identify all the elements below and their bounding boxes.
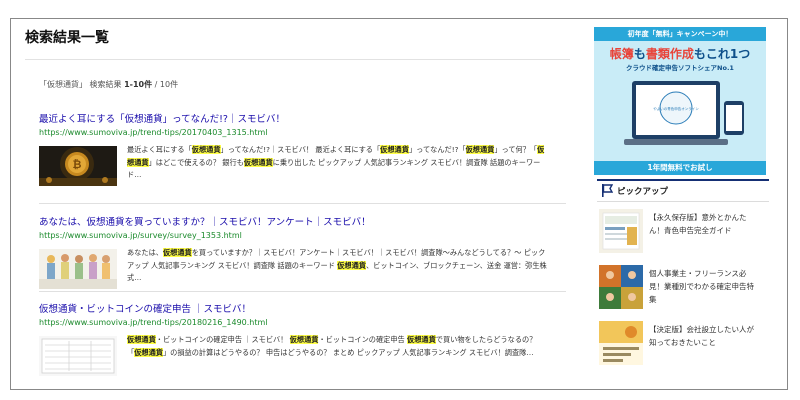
snippet-text: 」ってなんだ!?「 — [408, 145, 466, 154]
result-snippet: あなたは、仮想通貨を買っていますか？｜スモビバ！アンケート｜スモビバ！｜スモビバ… — [127, 247, 547, 285]
result-snippet: 仮想通貨・ビットコインの確定申告 ｜スモビバ！ 仮想通貨・ビットコインの確定申告… — [127, 334, 547, 359]
snippet-highlight: 仮想通貨 — [289, 335, 319, 344]
snippet-highlight: 仮想通貨 — [127, 335, 156, 344]
ad-top-ribbon: 初年度「無料」キャンペーン中！ — [594, 27, 766, 41]
pickup-item-text: 個人事業主・フリーランス必見！業種別でわかる確定申告特集 — [649, 269, 754, 304]
result-url: https://www.sumoviva.jp/trend-tips/20180… — [39, 318, 268, 327]
search-result: あなたは、仮想通貨を買っていますか？｜スモビバ！アンケート｜スモビバ！ http… — [39, 214, 566, 291]
summary-range: 1-10件 — [124, 80, 153, 89]
snippet-text: ・ビットコインの確定申告 — [318, 335, 408, 344]
result-url: https://www.sumoviva.jp/survey/survey_13… — [39, 231, 242, 240]
snippet-highlight: 仮想通貨 — [243, 157, 273, 167]
snippet-text: 」の損益の計算はどうやるの？ 申告はどうやるの？ まとめ ピックアップ 人気記事… — [162, 347, 534, 357]
page-frame: 検索結果一覧 「仮想通貨」 検索結果 1-10件 / 10件 最近よく耳にする「… — [10, 18, 788, 390]
snippet-text: あなたは、 — [127, 248, 163, 257]
snippet-highlight: 仮想通貨 — [134, 347, 163, 357]
snippet-highlight: 仮想通貨 — [191, 145, 221, 154]
ad-headline-part: も — [633, 47, 646, 61]
result-divider — [39, 389, 566, 390]
pickup-title: ピックアップ — [617, 187, 669, 197]
bitcoin-thumbnail[interactable]: ₿ — [39, 146, 117, 186]
svg-text:₿: ₿ — [73, 158, 82, 171]
snippet-highlight: 仮想通貨 — [337, 260, 366, 270]
pickup-item-text: 【決定版】会社設立したい人が知っておきたいこと — [649, 325, 754, 347]
campaign-banner-ad[interactable]: 初年度「無料」キャンペーン中！ 帳簿も書類作成もこれ1つ クラウド確定申告ソフト… — [594, 27, 766, 175]
snippet-highlight: 仮想通貨 — [162, 248, 192, 257]
result-summary: 「仮想通貨」 検索結果 1-10件 / 10件 — [39, 79, 178, 90]
search-result: 仮想通貨・ビットコインの確定申告 ｜スモビバ！ https://www.sumo… — [39, 301, 566, 378]
snippet-text: 」はどこで使えるの？ 銀行も — [148, 157, 244, 167]
summary-label: 検索結果 — [89, 80, 122, 89]
summary-query: 「仮想通貨」 — [39, 80, 87, 89]
result-snippet: 最近よく耳にする「仮想通貨」ってなんだ!?｜スモビバ！ 最近よく耳にする「仮想通… — [127, 144, 547, 182]
result-url: https://www.sumoviva.jp/trend-tips/20170… — [39, 128, 268, 137]
snippet-text: 」ってなんだ!?｜スモビバ！ 最近よく耳にする「 — [220, 145, 381, 154]
survey-thumbnail[interactable] — [39, 249, 117, 289]
freelance-thumbnail — [599, 265, 643, 309]
snippet-text: 最近よく耳にする「 — [127, 145, 192, 154]
ad-headline-part: 書類作成 — [645, 47, 694, 61]
search-result: 最近よく耳にする「仮想通貨」ってなんだ!?｜スモビバ！ https://www.… — [39, 111, 566, 188]
flag-icon — [602, 184, 613, 197]
laptop-illustration: やよいの青色申告オンライン — [624, 81, 744, 145]
snippet-text: 」って何？「 — [494, 145, 538, 154]
snippet-text: ・ビットコインの確定申告 ｜スモビバ！ — [155, 335, 290, 344]
ad-cta[interactable]: 1年間無料でお試し — [594, 161, 766, 175]
result-title-link[interactable]: 最近よく耳にする「仮想通貨」ってなんだ!?｜スモビバ！ — [39, 111, 566, 125]
page-title: 検索結果一覧 — [25, 30, 109, 46]
ad-headline: 帳簿も書類作成もこれ1つ — [594, 45, 766, 62]
ad-headline-part: 帳簿 — [609, 47, 634, 61]
guide-book-thumbnail — [599, 209, 643, 253]
result-divider — [39, 203, 566, 204]
title-divider — [25, 59, 570, 60]
tax-form-thumbnail[interactable] — [39, 336, 117, 376]
ad-subheadline: クラウド確定申告ソフトシェアNo.1 — [626, 64, 734, 72]
result-title-link[interactable]: あなたは、仮想通貨を買っていますか？｜スモビバ！アンケート｜スモビバ！ — [39, 214, 566, 228]
result-divider — [39, 291, 566, 292]
snippet-highlight: 仮想通貨 — [465, 145, 495, 154]
snippet-highlight: 仮想通貨 — [380, 145, 409, 154]
ad-screen-text: やよいの青色申告オンライン — [653, 106, 699, 111]
ad-headline-part: もこれ1つ — [693, 47, 751, 61]
company-setup-thumbnail — [599, 321, 643, 365]
result-title-link[interactable]: 仮想通貨・ビットコインの確定申告 ｜スモビバ！ — [39, 301, 566, 315]
pickup-item-text: 【永久保存版】意外とかんたん！青色申告完全ガイド — [649, 213, 747, 235]
summary-total: / 10件 — [152, 80, 179, 89]
snippet-highlight: 仮想通貨 — [407, 335, 436, 344]
pickup-header: ピックアップ — [597, 179, 769, 202]
